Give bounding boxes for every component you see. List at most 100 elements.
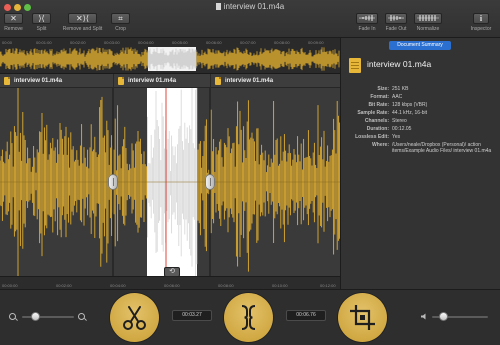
info-key: Sample Rate:	[357, 110, 389, 116]
remove-and-split-button[interactable]: ✕⟩⟨	[68, 13, 97, 24]
split-button[interactable]: ⟩⟨	[32, 13, 51, 24]
ruler-tick: 00:02:00	[56, 283, 72, 288]
overview-tick: 00:09:00	[308, 40, 324, 45]
zoom-slider-knob[interactable]	[31, 312, 40, 321]
info-value: 128 kbps (VBR)	[392, 102, 428, 108]
overview-waveform	[0, 47, 340, 71]
ruler-tick: 00:00:00	[2, 283, 18, 288]
summary-file-name: interview 01.m4a	[367, 59, 432, 69]
overview-ruler: 00:00 00:01:00 00:02:00 00:03:00 00:04:0…	[0, 38, 340, 46]
document-summary-tab[interactable]: Document Summary	[389, 41, 451, 50]
volume-slider-knob[interactable]	[439, 312, 449, 321]
crop-icon: ⌗	[118, 14, 123, 23]
overview-tick: 00:08:00	[274, 40, 290, 45]
remove-and-split-icon: ✕⟩⟨	[76, 14, 89, 23]
app-window: interview 01.m4a ✕ Remove ⟩⟨ Split ✕⟩⟨ R…	[0, 0, 500, 345]
inspector-button[interactable]: i	[473, 13, 489, 24]
crop-button-large[interactable]	[338, 293, 387, 342]
segment-header[interactable]: interview 01.m4a	[114, 74, 210, 88]
timeline-ruler: 00:00:00 00:02:00 00:04:00 00:06:00 00:0…	[0, 276, 340, 289]
fade-in-icon	[359, 15, 375, 21]
overview-tick: 00:04:00	[138, 40, 154, 45]
ruler-tick: 00:12:00	[320, 283, 336, 288]
audio-file-icon	[349, 58, 361, 73]
overview-tick: 00:07:00	[240, 40, 256, 45]
remove-button-large[interactable]	[110, 293, 159, 342]
audio-file-icon	[4, 77, 10, 85]
split-button-large[interactable]	[224, 293, 273, 342]
scissors-icon	[123, 306, 146, 330]
split-handle[interactable]	[205, 174, 215, 190]
split-handle[interactable]	[108, 174, 118, 190]
overview-tick: 00:05:00	[172, 40, 188, 45]
volume-icon	[421, 313, 426, 320]
ruler-tick: 00:08:00	[218, 283, 234, 288]
info-icon: i	[479, 14, 483, 23]
overview-tick: 00:01:00	[36, 40, 52, 45]
info-value: 00:12.05	[392, 126, 412, 132]
info-value: Stereo	[392, 118, 407, 124]
audio-file-icon	[215, 77, 221, 85]
toolbar: interview 01.m4a ✕ Remove ⟩⟨ Split ✕⟩⟨ R…	[0, 0, 500, 38]
fade-out-label: Fade Out	[385, 26, 407, 32]
segment-name: interview 01.m4a	[128, 78, 177, 84]
split-label: Split	[36, 26, 47, 32]
crop-label: Crop	[115, 26, 126, 32]
loop-icon: ⟲	[169, 268, 175, 275]
fade-out-button[interactable]	[385, 13, 407, 24]
overview-strip[interactable]: 00:00 00:01:00 00:02:00 00:03:00 00:04:0…	[0, 38, 340, 74]
overview-tick: 00:03:00	[104, 40, 120, 45]
info-key: Bit Rate:	[368, 102, 389, 108]
info-key: Channels:	[364, 118, 389, 124]
selection-end-field[interactable]: 00:06.76	[286, 310, 326, 321]
remove-icon: ✕	[10, 14, 17, 23]
audio-file-icon	[118, 77, 124, 85]
remove-and-split-label: Remove and Split	[62, 26, 103, 32]
selection-start-field[interactable]: 00:03.27	[172, 310, 212, 321]
info-key: Where:	[372, 142, 389, 148]
info-key: Duration:	[366, 126, 389, 132]
normalize-icon	[417, 15, 439, 21]
info-value: /Users/neale/Dropbox (Personal)/ action …	[392, 142, 492, 154]
info-key: Size:	[377, 86, 389, 92]
split-icon: ⟩⟨	[38, 14, 45, 23]
segment-header[interactable]: interview 01.m4a	[211, 74, 340, 88]
window-title-text: interview 01.m4a	[223, 2, 285, 11]
info-value: 44.1 kHz, 16-bit	[392, 110, 428, 116]
inspector-label: Inspector	[470, 26, 492, 32]
overview-tick: 00:06:00	[206, 40, 222, 45]
info-value: 251 KB	[392, 86, 409, 92]
window-title: interview 01.m4a	[0, 2, 500, 11]
segment-name: interview 01.m4a	[225, 78, 274, 84]
zoom-slider[interactable]	[22, 316, 74, 318]
overview-tick: 00:02:00	[70, 40, 86, 45]
overview-tick: 00:00	[2, 40, 13, 45]
info-value: Yes	[392, 134, 401, 140]
segment-name: interview 01.m4a	[14, 78, 63, 84]
ruler-tick: 00:10:00	[272, 283, 288, 288]
crop-button[interactable]: ⌗	[111, 13, 130, 24]
loop-toggle-button[interactable]: ⟲	[164, 267, 180, 277]
zoom-in-icon[interactable]	[78, 313, 85, 320]
remove-button[interactable]: ✕	[4, 13, 23, 24]
remove-label: Remove	[4, 26, 23, 32]
info-value: AAC	[392, 94, 403, 100]
fade-in-button[interactable]	[356, 13, 378, 24]
document-summary-panel: Document Summary interview 01.m4a Size: 2…	[340, 38, 500, 289]
waveform-editor[interactable]: interview 01.m4a interview 01.m4a interv…	[0, 74, 340, 289]
split-icon	[241, 305, 256, 330]
ruler-tick: 00:06:00	[164, 283, 180, 288]
ruler-tick: 00:04:00	[110, 283, 126, 288]
info-key: Lossless Edit:	[355, 134, 389, 140]
crop-icon	[350, 305, 375, 330]
waveform-canvas	[0, 74, 340, 288]
zoom-out-icon[interactable]	[9, 313, 16, 320]
info-key: Format:	[370, 94, 389, 100]
segment-header[interactable]: interview 01.m4a	[0, 74, 113, 88]
normalize-button[interactable]	[414, 13, 442, 24]
fade-out-icon	[388, 15, 404, 21]
normalize-label: Normalize	[416, 26, 440, 32]
bottom-bar: 00:03.27 00:06.76	[0, 289, 500, 345]
document-icon	[215, 3, 221, 10]
fade-in-label: Fade In	[358, 26, 376, 32]
